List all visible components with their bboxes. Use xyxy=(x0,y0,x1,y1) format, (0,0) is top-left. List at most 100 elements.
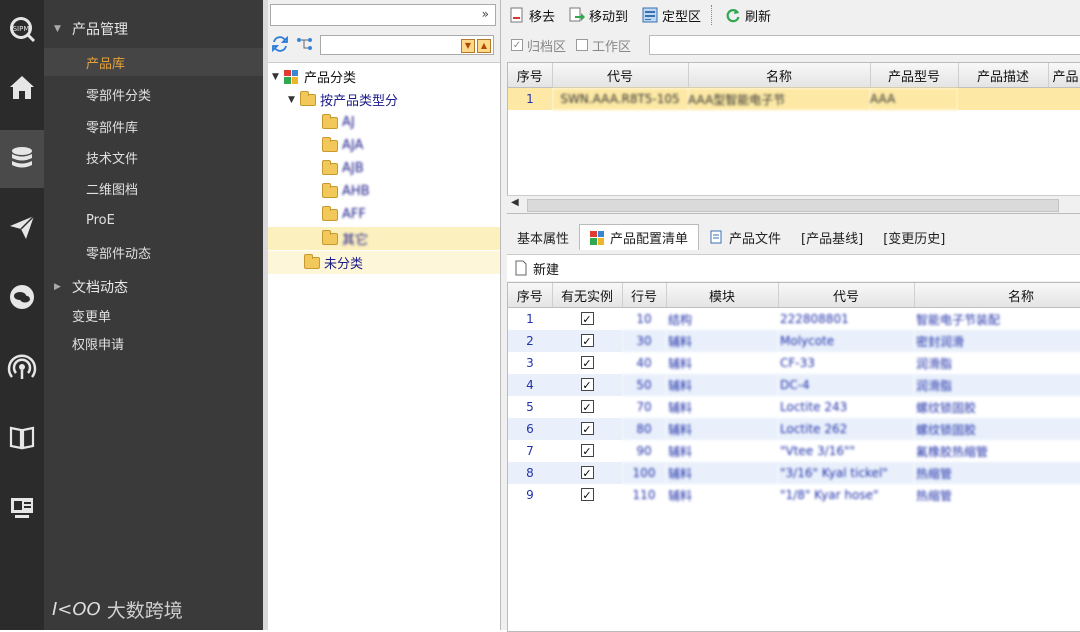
database-icon[interactable] xyxy=(0,130,44,188)
presentation-icon[interactable] xyxy=(0,478,44,536)
refresh-button[interactable]: 刷新 xyxy=(717,3,777,27)
instance-checkbox[interactable]: ✓ xyxy=(580,378,594,392)
column-header[interactable]: 名称 xyxy=(688,63,871,88)
sidebar-item-2d-drawings[interactable]: 二维图档 xyxy=(44,174,263,202)
table-cell: 润滑脂 xyxy=(914,374,1080,396)
grid-icon xyxy=(284,69,298,84)
column-header[interactable]: 序号 xyxy=(508,63,553,88)
tab-basic-properties[interactable]: 基本属性 xyxy=(507,224,579,250)
sidebar-item-part-category[interactable]: 零部件分类 xyxy=(44,80,263,108)
tree-node-child[interactable]: AJB xyxy=(268,157,500,180)
nav-group-doc-dynamics[interactable]: ▶ 文档动态 xyxy=(44,272,263,302)
instance-checkbox[interactable]: ✓ xyxy=(580,488,594,502)
column-header[interactable]: 产品描述 xyxy=(958,63,1049,88)
move-to-button[interactable]: 移动到 xyxy=(561,3,634,27)
sidebar-item-product-library[interactable]: 产品库 xyxy=(44,48,263,76)
sidebar-item-change-order[interactable]: 变更单 xyxy=(44,302,263,328)
book-icon[interactable] xyxy=(0,408,44,466)
table-cell: 8 xyxy=(508,462,552,484)
column-header[interactable]: 行号 xyxy=(622,283,667,308)
table-row[interactable]: 9 ✓ 110 辅料 "1/8" Kyar hose" 热缩管 xyxy=(508,484,1080,506)
sidebar-item-tech-docs[interactable]: 技术文件 xyxy=(44,143,263,171)
scrollbar-thumb[interactable] xyxy=(527,199,1059,212)
archive-area-checkbox[interactable]: ✓ xyxy=(511,39,523,51)
tree-node-child[interactable]: AFF xyxy=(268,203,500,226)
table-row[interactable]: 1 ✓ 10 结构 222808801 智能电子节装配 xyxy=(508,308,1080,331)
table-row[interactable]: 6 ✓ 80 辅料 Loctite 262 螺纹锁固胶 xyxy=(508,418,1080,440)
sidebar-item-proe[interactable]: ProE xyxy=(44,206,263,234)
tree-node-child[interactable]: AHB xyxy=(268,180,500,203)
sidebar-item-part-library[interactable]: 零部件库 xyxy=(44,112,263,140)
tree-node-unclassified[interactable]: 未分类 xyxy=(268,251,500,274)
detail-tabs: 基本属性 产品配置清单 产品文件 [产品基线] [变更历史] xyxy=(507,222,1080,250)
horizontal-scrollbar[interactable]: ◀ xyxy=(507,195,1080,213)
instance-checkbox[interactable]: ✓ xyxy=(580,312,594,326)
sidebar-item-permission-request[interactable]: 权限申请 xyxy=(44,330,263,356)
button-label: 新建 xyxy=(533,262,560,278)
table-row[interactable]: 5 ✓ 70 辅料 Loctite 243 螺纹锁固胶 xyxy=(508,396,1080,418)
tree-search-input[interactable]: ▼ ▲ xyxy=(320,35,494,55)
column-header[interactable]: 代号 xyxy=(552,63,689,88)
table-row[interactable]: 4 ✓ 50 辅料 DC-4 润滑脂 xyxy=(508,374,1080,396)
tab-change-history[interactable]: [变更历史] xyxy=(873,224,955,250)
instance-checkbox[interactable]: ✓ xyxy=(580,466,594,480)
filter-input[interactable] xyxy=(649,35,1080,55)
config-grid: 序号 有无实例 行号 模块 代号 名称 1 ✓ 10 结构 222808801 智能电子节… xyxy=(507,282,1080,632)
instance-checkbox[interactable]: ✓ xyxy=(580,444,594,458)
column-header[interactable]: 产品 xyxy=(1048,63,1080,88)
table-cell: AAA型智能电子节 xyxy=(688,87,870,110)
tab-product-files[interactable]: 产品文件 xyxy=(699,224,791,250)
table-row[interactable]: 3 ✓ 40 辅料 CF-33 润滑脂 xyxy=(508,352,1080,374)
column-header[interactable]: 名称 xyxy=(914,283,1080,308)
finalize-area-button[interactable]: 定型区 xyxy=(634,3,707,27)
sidebar-item-part-dynamics[interactable]: 零部件动态 xyxy=(44,238,263,266)
column-header[interactable]: 产品型号 xyxy=(870,63,959,88)
table-row[interactable]: 7 ✓ 90 辅料 "Vtee 3/16"" 氟橡胶热缩管 xyxy=(508,440,1080,462)
sync-icon[interactable] xyxy=(272,36,288,52)
icon-rail: SIPM xyxy=(0,0,44,630)
button-label: 移去 xyxy=(529,9,556,25)
table-row[interactable]: 8 ✓ 100 辅料 "3/16" Kyal tickel" 热缩管 xyxy=(508,462,1080,484)
hierarchy-icon[interactable] xyxy=(296,36,314,52)
instance-checkbox[interactable]: ✓ xyxy=(580,334,594,348)
tab-product-baseline[interactable]: [产品基线] xyxy=(791,224,873,250)
column-header[interactable]: 有无实例 xyxy=(552,283,623,308)
button-label: 移动到 xyxy=(589,9,629,25)
tree-node-by-type[interactable]: ▼ 按产品类型分 xyxy=(268,88,500,111)
instance-checkbox[interactable]: ✓ xyxy=(580,400,594,414)
remove-button[interactable]: 移去 xyxy=(501,3,561,27)
tree-node-child[interactable]: AJ xyxy=(268,111,500,134)
instance-checkbox[interactable]: ✓ xyxy=(580,422,594,436)
tree-node-child[interactable]: AJA xyxy=(268,134,500,157)
file-icon xyxy=(710,230,722,244)
config-toolbar: 新建 xyxy=(507,254,1080,281)
nav-group-product-mgmt[interactable]: ▼ 产品管理 xyxy=(44,14,263,44)
tree-node-child-selected[interactable]: 其它 xyxy=(268,227,500,250)
table-row[interactable]: 1 SWN.AAA.R8T5-105 AAA型智能电子节 AAA xyxy=(508,87,1080,110)
sipm-logo-icon[interactable]: SIPM xyxy=(0,0,44,58)
tab-product-config[interactable]: 产品配置清单 xyxy=(579,224,700,250)
toolbar-separator xyxy=(711,5,713,25)
send-icon[interactable] xyxy=(0,198,44,256)
column-header[interactable]: 代号 xyxy=(778,283,915,308)
folder-icon xyxy=(322,205,338,221)
category-select[interactable]: » xyxy=(270,4,496,26)
sidebar-nav: ▼ 产品管理 产品库 零部件分类 零部件库 技术文件 二维图档 ProE 零部件… xyxy=(44,0,263,630)
home-icon[interactable] xyxy=(0,58,44,116)
table-row[interactable]: 2 ✓ 30 辅料 Molycote 密封润滑 xyxy=(508,330,1080,352)
column-header[interactable]: 模块 xyxy=(666,283,779,308)
instance-cell: ✓ xyxy=(552,440,622,462)
instance-checkbox[interactable]: ✓ xyxy=(580,356,594,370)
scroll-left-icon[interactable]: ◀ xyxy=(511,197,519,208)
new-button[interactable]: 新建 xyxy=(507,256,565,280)
column-header[interactable]: 序号 xyxy=(508,283,553,308)
table-cell: SWN.AAA.R8T5-105 xyxy=(552,87,688,110)
tree-node-root[interactable]: ▼ 产品分类 xyxy=(268,65,500,88)
broadcast-icon[interactable] xyxy=(0,338,44,396)
arrow-down-icon[interactable]: ▼ xyxy=(461,39,475,53)
double-chevron-down-icon[interactable]: » xyxy=(482,7,489,21)
filter-bar: ✓ 归档区 工作区 xyxy=(501,33,1080,57)
work-area-checkbox[interactable] xyxy=(576,39,589,51)
arrow-up-icon[interactable]: ▲ xyxy=(477,39,491,53)
chat-icon[interactable] xyxy=(0,268,44,326)
